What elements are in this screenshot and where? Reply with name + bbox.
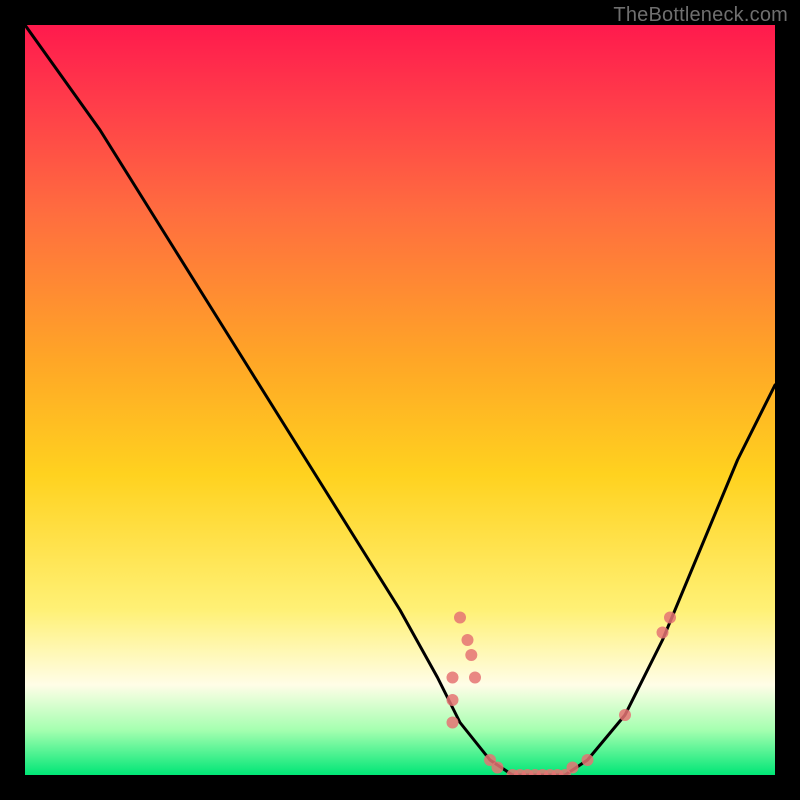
plot-area [25, 25, 775, 775]
chart-container: TheBottleneck.com [0, 0, 800, 800]
watermark-text: TheBottleneck.com [613, 4, 788, 27]
curve-path [25, 25, 775, 775]
curve-svg [25, 25, 775, 775]
